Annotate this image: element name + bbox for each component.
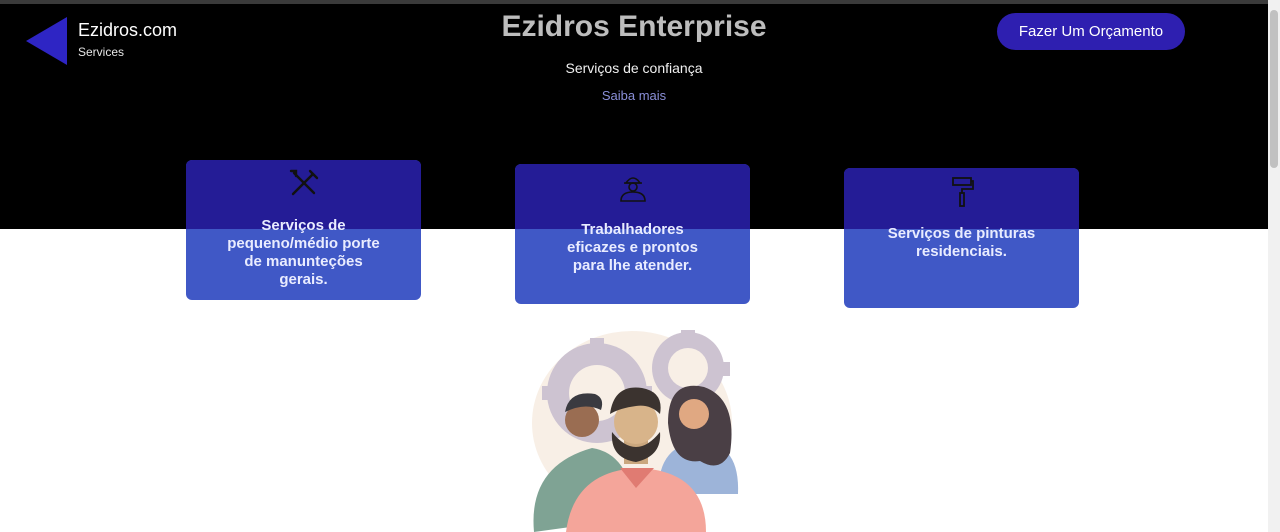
page-scrollbar[interactable] [1268, 0, 1280, 532]
hero-subtitle: Serviços de confiança [565, 60, 703, 76]
service-card-maintenance[interactable]: Serviços de pequeno/médio porte de manun… [186, 160, 421, 300]
service-card-workers[interactable]: Trabalhadores eficazes e prontos para lh… [515, 164, 750, 304]
card-text: Serviços de pinturas residenciais. [887, 225, 1036, 260]
tools-icon [289, 169, 318, 196]
worker-icon [619, 177, 646, 202]
logo-subtitle: Services [78, 45, 125, 59]
learn-more-link[interactable]: Saiba mais [0, 88, 1268, 103]
card-text: Serviços de pequeno/médio porte de manun… [227, 217, 380, 288]
card-text: Trabalhadores eficazes e prontos para lh… [567, 221, 698, 274]
team-gears-illustration [532, 330, 739, 532]
service-card-painting[interactable]: Serviços de pinturas residenciais. [844, 168, 1079, 308]
paint-roller-icon [951, 177, 974, 207]
request-quote-button[interactable]: Fazer Um Orçamento [997, 13, 1185, 50]
scrollbar-thumb[interactable] [1270, 10, 1278, 168]
